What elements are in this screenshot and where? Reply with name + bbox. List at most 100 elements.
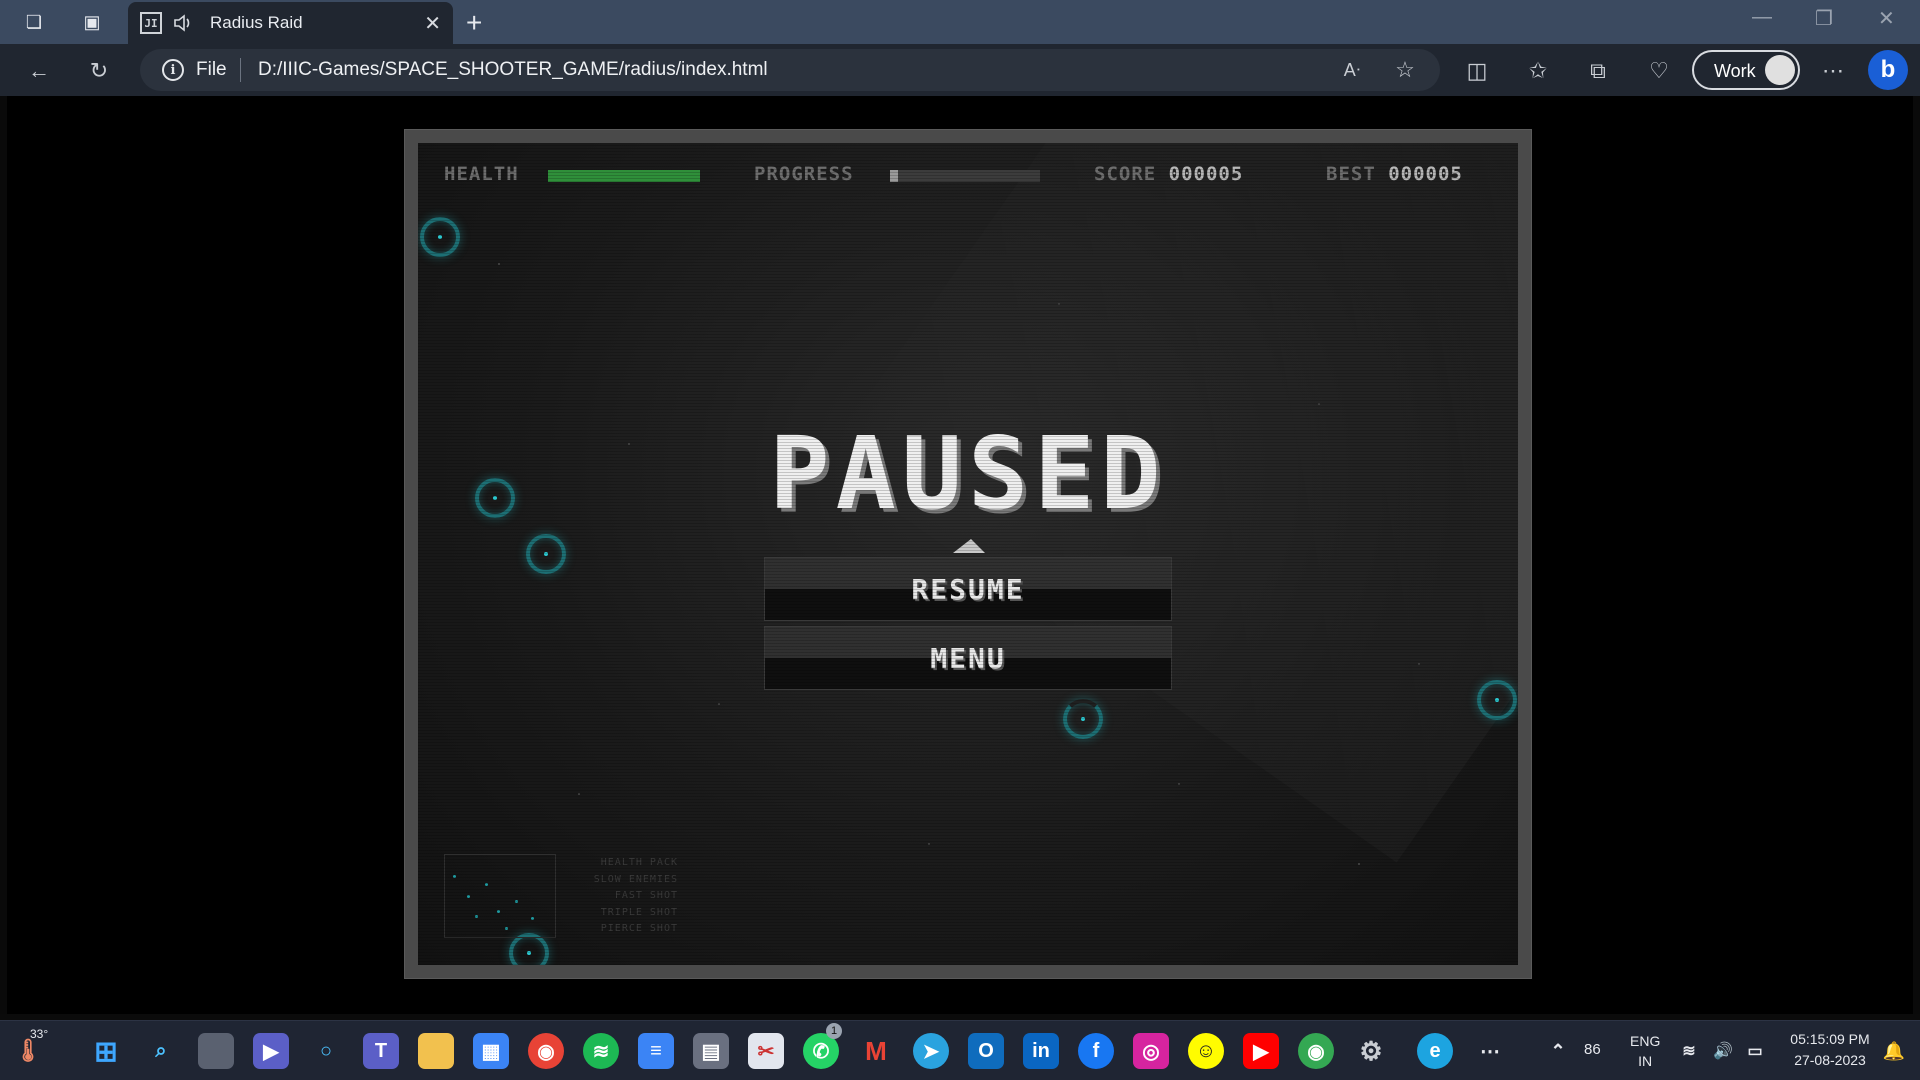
favorite-star-icon[interactable]: ☆ bbox=[1390, 55, 1420, 85]
snipping-tool-icon[interactable]: ✂ bbox=[748, 1033, 784, 1069]
instagram-icon[interactable]: ◎ bbox=[1133, 1033, 1169, 1069]
legend-item: SLOW ENEMIES bbox=[593, 873, 678, 885]
bing-copilot-icon[interactable]: b bbox=[1868, 50, 1908, 90]
progress-bar bbox=[890, 170, 1040, 182]
volume-icon[interactable]: 🔊 bbox=[1710, 1033, 1736, 1069]
minimap-dot bbox=[453, 875, 456, 878]
calculator-icon[interactable]: ▤ bbox=[693, 1033, 729, 1069]
star bbox=[1178, 783, 1180, 785]
star bbox=[928, 843, 930, 845]
info-icon[interactable]: i bbox=[162, 59, 184, 81]
browser-essentials-icon[interactable]: ♡ bbox=[1644, 56, 1674, 86]
player-ship bbox=[953, 539, 985, 553]
snapchat-icon[interactable]: ☺ bbox=[1188, 1033, 1224, 1069]
battery-icon[interactable]: ▭ bbox=[1742, 1033, 1768, 1069]
profile-label: Work bbox=[1714, 61, 1756, 81]
profile-button[interactable]: Work bbox=[1692, 50, 1800, 90]
teams-icon[interactable]: T bbox=[363, 1033, 399, 1069]
address-separator bbox=[240, 58, 241, 82]
hud-health-label: HEALTH bbox=[444, 163, 519, 185]
tab-radius-raid[interactable]: JI Radius Raid ✕ bbox=[128, 2, 453, 44]
lang-primary: ENG bbox=[1630, 1033, 1661, 1049]
address-scheme: File bbox=[196, 59, 227, 80]
best-value: 000005 bbox=[1388, 163, 1463, 185]
page-viewport: HEALTH PROGRESS SCORE 000005 BEST 000005 bbox=[0, 96, 1920, 1014]
more-icon[interactable]: ⋯ bbox=[1818, 56, 1848, 86]
star bbox=[578, 793, 580, 795]
search-icon[interactable]: ⌕ bbox=[143, 1033, 179, 1069]
file-explorer-icon[interactable] bbox=[418, 1033, 454, 1069]
back-icon[interactable]: ← bbox=[24, 56, 54, 86]
weather-temp: 33° bbox=[30, 1027, 49, 1041]
split-screen-icon[interactable]: ◫ bbox=[1462, 56, 1492, 86]
read-aloud-icon[interactable]: Aᐧ bbox=[1337, 55, 1367, 85]
telegram-icon[interactable]: ➤ bbox=[913, 1033, 949, 1069]
edge-icon[interactable]: e bbox=[1417, 1033, 1453, 1069]
enemy-orb bbox=[1477, 680, 1517, 720]
score-value: 000005 bbox=[1168, 163, 1244, 185]
facebook-icon[interactable]: f bbox=[1078, 1033, 1114, 1069]
legend-item: PIERCE SHOT bbox=[600, 923, 678, 934]
workspaces-icon[interactable]: ❏ bbox=[20, 8, 48, 36]
meet-icon[interactable]: ▶ bbox=[253, 1033, 289, 1069]
star bbox=[1418, 663, 1420, 665]
address-bar[interactable]: i File D:/IIIC-Games/SPACE_SHOOTER_GAME/… bbox=[140, 49, 1440, 91]
powerup-legend: HEALTH PACK SLOW ENEMIES FAST SHOT TRIPL… bbox=[568, 855, 678, 938]
youtube-icon[interactable]: ▶ bbox=[1243, 1033, 1279, 1069]
minimap-dot bbox=[515, 900, 518, 903]
address-url[interactable]: D:/IIIC-Games/SPACE_SHOOTER_GAME/radius/… bbox=[258, 59, 768, 81]
close-window-icon[interactable]: ✕ bbox=[1878, 6, 1895, 31]
lang-secondary: IN bbox=[1638, 1053, 1653, 1069]
new-tab-icon[interactable]: + bbox=[466, 7, 482, 39]
task-view-icon[interactable] bbox=[198, 1033, 234, 1069]
game-canvas[interactable]: HEALTH PROGRESS SCORE 000005 BEST 000005 bbox=[418, 143, 1518, 965]
chrome-icon[interactable]: ◉ bbox=[528, 1033, 564, 1069]
health-bar-fill bbox=[548, 170, 700, 182]
linkedin-icon[interactable]: in bbox=[1023, 1033, 1059, 1069]
resume-button[interactable]: RESUME bbox=[764, 557, 1172, 621]
minimap-dot bbox=[475, 915, 478, 918]
notifications-icon[interactable]: 🔔 bbox=[1876, 1033, 1912, 1069]
time: 05:15:09 PM bbox=[1790, 1031, 1870, 1047]
clock[interactable]: 05:15:09 PM 27-08-2023 bbox=[1780, 1029, 1880, 1071]
refresh-icon[interactable]: ↻ bbox=[84, 56, 114, 86]
star bbox=[718, 703, 720, 705]
tab-actions-icon[interactable]: ▣ bbox=[78, 8, 106, 36]
settings-icon[interactable]: ⚙ bbox=[1353, 1033, 1389, 1069]
store-icon[interactable]: ▦ bbox=[473, 1033, 509, 1069]
progress-bar-fill bbox=[890, 170, 898, 182]
more-apps-icon[interactable]: ⋯ bbox=[1472, 1033, 1508, 1069]
chrome-profile-icon[interactable]: ◉ bbox=[1298, 1033, 1334, 1069]
collections-icon[interactable]: ⧉ bbox=[1583, 56, 1613, 86]
wifi-icon[interactable]: ≋ bbox=[1676, 1033, 1702, 1069]
cortana-icon[interactable]: ○ bbox=[308, 1033, 344, 1069]
minimap-dot bbox=[497, 910, 500, 913]
minimap bbox=[444, 854, 556, 938]
start-icon[interactable]: ⊞ bbox=[88, 1033, 124, 1069]
notepad-icon[interactable]: ≡ bbox=[638, 1033, 674, 1069]
enemy-orb bbox=[1063, 699, 1103, 739]
paused-title: PAUSED bbox=[769, 415, 1167, 532]
favorites-icon[interactable]: ✩ bbox=[1523, 56, 1553, 86]
avatar bbox=[1765, 55, 1795, 85]
minimap-dot bbox=[531, 917, 534, 920]
address-bar-row: ← ↻ i File D:/IIIC-Games/SPACE_SHOOTER_G… bbox=[0, 44, 1920, 96]
close-tab-icon[interactable]: ✕ bbox=[424, 11, 441, 36]
battery-percent: 86 bbox=[1584, 1041, 1601, 1058]
chevron-up-icon[interactable]: ⌃ bbox=[1540, 1033, 1576, 1069]
star bbox=[1318, 403, 1320, 405]
outlook-icon[interactable]: O bbox=[968, 1033, 1004, 1069]
best-label: BEST bbox=[1326, 163, 1376, 185]
language-indicator[interactable]: ENG IN bbox=[1630, 1031, 1660, 1071]
minimize-icon[interactable]: — bbox=[1752, 6, 1772, 29]
score-label: SCORE bbox=[1094, 163, 1157, 185]
spotify-icon[interactable]: ≋ bbox=[583, 1033, 619, 1069]
speaker-icon[interactable] bbox=[172, 11, 196, 35]
menu-button[interactable]: MENU bbox=[764, 626, 1172, 690]
health-bar bbox=[548, 170, 700, 182]
date: 27-08-2023 bbox=[1794, 1052, 1866, 1068]
gmail-icon[interactable]: M bbox=[858, 1033, 894, 1069]
restore-icon[interactable]: ❐ bbox=[1815, 6, 1833, 31]
favicon: JI bbox=[140, 12, 162, 34]
minimap-dot bbox=[467, 895, 470, 898]
